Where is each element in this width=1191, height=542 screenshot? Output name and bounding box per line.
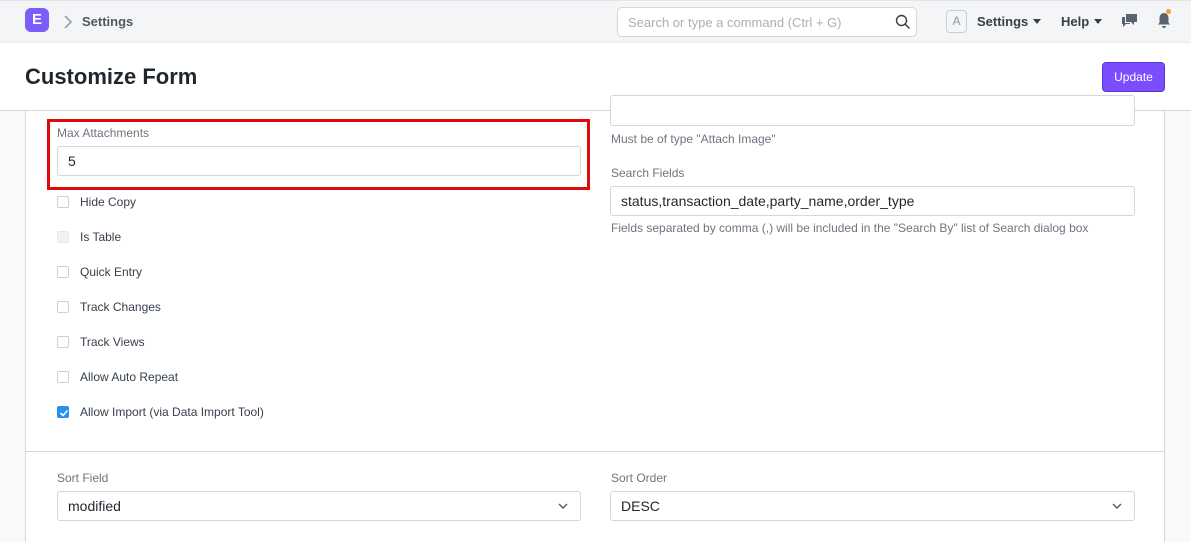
settings-dropdown-label: Settings bbox=[977, 14, 1029, 29]
avatar[interactable]: A bbox=[946, 10, 967, 33]
chevron-down-icon bbox=[1112, 503, 1122, 509]
chevron-down-icon bbox=[558, 503, 568, 509]
breadcrumb-settings[interactable]: Settings bbox=[82, 14, 133, 29]
checkbox-label: Hide Copy bbox=[80, 195, 137, 209]
search-icon[interactable] bbox=[895, 14, 911, 30]
checkbox-label: Allow Import (via Data Import Tool) bbox=[80, 405, 264, 419]
sort-field-select[interactable]: modified bbox=[57, 491, 581, 521]
checkmark-icon bbox=[59, 409, 69, 417]
checkbox[interactable] bbox=[57, 336, 69, 348]
chat-icon[interactable] bbox=[1121, 13, 1138, 29]
settings-dropdown[interactable]: Settings bbox=[977, 14, 1042, 29]
caret-down-icon bbox=[1094, 19, 1103, 25]
sort-order-select[interactable]: DESC bbox=[610, 491, 1135, 521]
sort-order-value: DESC bbox=[621, 498, 660, 514]
page-title: Customize Form bbox=[25, 64, 198, 89]
checkbox-label: Quick Entry bbox=[80, 265, 143, 279]
image-field-input[interactable] bbox=[610, 95, 1135, 126]
notification-dot bbox=[1166, 9, 1171, 14]
caret-down-icon bbox=[1033, 19, 1042, 25]
checkbox-label: Track Views bbox=[80, 335, 145, 349]
checkbox[interactable] bbox=[57, 371, 69, 383]
update-button[interactable]: Update bbox=[1102, 62, 1165, 92]
checkbox[interactable] bbox=[57, 406, 69, 418]
chevron-right-icon bbox=[64, 15, 73, 29]
checkbox[interactable] bbox=[57, 266, 69, 278]
awesomebar[interactable] bbox=[617, 7, 917, 37]
bell-icon[interactable] bbox=[1157, 12, 1171, 29]
checkbox[interactable] bbox=[57, 196, 69, 208]
sort-field-value: modified bbox=[68, 498, 121, 514]
navbar: E Settings A Settings Help bbox=[0, 0, 1191, 43]
app-logo[interactable]: E bbox=[25, 8, 49, 32]
form-card: Must be of type "Attach Image" Max Attac… bbox=[25, 95, 1165, 542]
max-attachments-label: Max Attachments bbox=[57, 126, 150, 140]
checkbox bbox=[57, 231, 69, 243]
sort-field-label: Sort Field bbox=[57, 471, 109, 485]
search-fields-label: Search Fields bbox=[611, 166, 685, 180]
help-dropdown-label: Help bbox=[1061, 14, 1090, 29]
help-dropdown[interactable]: Help bbox=[1061, 14, 1103, 29]
section-divider bbox=[26, 451, 1164, 452]
checkbox[interactable] bbox=[57, 301, 69, 313]
checkbox-label: Is Table bbox=[80, 230, 122, 244]
max-attachments-input[interactable]: 5 bbox=[57, 146, 581, 176]
image-field-help: Must be of type "Attach Image" bbox=[611, 132, 776, 146]
search-input[interactable] bbox=[618, 8, 878, 36]
sort-order-label: Sort Order bbox=[611, 471, 668, 485]
search-fields-input[interactable]: status,transaction_date,party_name,order… bbox=[610, 186, 1135, 216]
checkbox-label: Track Changes bbox=[80, 300, 161, 314]
checkbox-label: Allow Auto Repeat bbox=[80, 370, 179, 384]
search-fields-help: Fields separated by comma (,) will be in… bbox=[611, 221, 1089, 235]
